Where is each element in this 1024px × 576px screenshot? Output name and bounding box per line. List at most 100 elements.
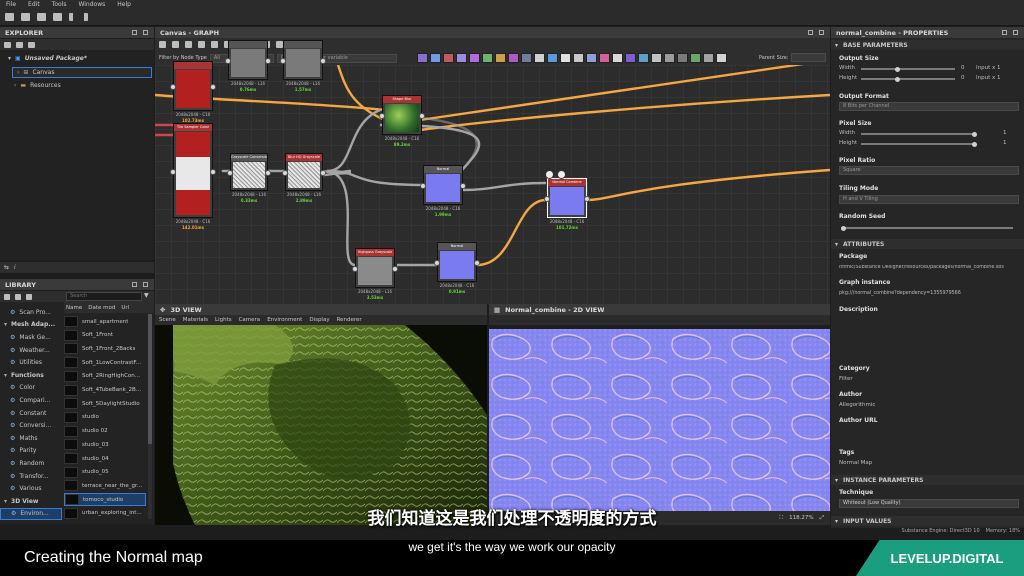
scrollbar-thumb[interactable] [148, 314, 152, 444]
filter-icon[interactable]: ▼ [144, 292, 149, 299]
input-port[interactable] [227, 170, 233, 176]
library-category[interactable]: ⚙ Transfor... [0, 470, 62, 483]
graph-node[interactable] [280, 40, 326, 80]
connection-line[interactable] [326, 108, 381, 173]
library-search-input[interactable]: Search [66, 292, 142, 301]
graph-node[interactable]: Normal Combine [544, 178, 590, 218]
graph-canvas[interactable]: 2048x2048 - C16 102.73ms 2048x2048 - L16 0.… [155, 40, 830, 304]
library-category[interactable]: ⚙ Utilities [0, 356, 62, 369]
refresh-icon[interactable] [276, 41, 283, 48]
info-icon[interactable]: 𝑖 [14, 264, 16, 272]
close-icon[interactable] [819, 30, 824, 35]
atomic-node-icon[interactable] [560, 53, 571, 63]
save-package-icon[interactable] [16, 41, 23, 48]
width-slider[interactable] [861, 66, 955, 72]
slider-knob[interactable] [972, 131, 977, 137]
menu-environment[interactable]: Environment [267, 317, 302, 323]
atomic-node-icon[interactable] [625, 53, 636, 63]
atomic-node-icon[interactable] [612, 53, 623, 63]
brush-icon[interactable] [26, 293, 32, 300]
pixel-width-slider[interactable] [861, 131, 977, 137]
connection-line[interactable] [585, 168, 830, 202]
pixel-ratio-select[interactable]: Square [839, 166, 1019, 175]
expand-icon[interactable]: › [14, 82, 16, 89]
atomic-node-icon[interactable] [417, 53, 428, 63]
output-port[interactable] [392, 266, 398, 272]
library-category[interactable]: ▾ Mesh Adap... [0, 319, 62, 332]
atomic-node-icon[interactable] [573, 53, 584, 63]
output-port[interactable] [265, 58, 271, 64]
library-material-item[interactable]: Soft_1Front [64, 329, 146, 342]
library-category[interactable]: ⚙ Mask Ge... [0, 331, 62, 344]
atomic-node-icon[interactable] [508, 53, 519, 63]
settings-icon[interactable] [28, 41, 35, 48]
add-icon[interactable] [4, 293, 10, 300]
atomic-node-icon[interactable] [430, 53, 441, 63]
output-format-select[interactable]: 8 Bits per Channel [839, 102, 1019, 111]
atomic-node-icon[interactable] [469, 53, 480, 63]
frame-icon[interactable] [159, 41, 166, 48]
atomic-node-icon[interactable] [677, 53, 688, 63]
instance-parameters-header[interactable]: ▾ INSTANCE PARAMETERS [831, 475, 1024, 485]
atomic-node-icon[interactable] [664, 53, 675, 63]
graph-node[interactable]: Tile Sampler Color [170, 123, 216, 218]
close-icon[interactable] [1013, 30, 1018, 35]
graph-node[interactable]: Normal [420, 165, 466, 205]
menu-file[interactable]: File [6, 1, 16, 8]
output-port[interactable] [584, 196, 590, 202]
grid-icon[interactable] [15, 293, 21, 300]
input-port[interactable] [225, 58, 231, 64]
atomic-node-icon[interactable] [547, 53, 558, 63]
atomic-node-icon[interactable] [443, 53, 454, 63]
library-material-item[interactable]: Soft_1LowContrastF... [64, 356, 146, 369]
atomic-node-icon[interactable] [638, 53, 649, 63]
tree-item-resources[interactable]: › ▬ Resources [14, 82, 61, 89]
tree-item-canvas[interactable]: › ⊞ Canvas [12, 67, 152, 78]
camera-icon[interactable] [185, 41, 192, 48]
menu-windows[interactable]: Windows [78, 1, 105, 8]
height-slider[interactable] [861, 76, 955, 82]
preview-icon[interactable] [545, 170, 554, 179]
menu-help[interactable]: Help [117, 1, 131, 8]
menu-tools[interactable]: Tools [52, 1, 67, 8]
library-material-item[interactable]: terrace_near_the_gr... [64, 479, 146, 492]
open-folder-icon[interactable] [21, 13, 30, 21]
move-icon[interactable] [172, 41, 179, 48]
save-icon[interactable] [53, 13, 62, 21]
library-category[interactable]: ⚙ Conversi... [0, 419, 62, 432]
pixel-height-slider[interactable] [861, 141, 977, 147]
menu-lights[interactable]: Lights [215, 317, 232, 323]
output-port[interactable] [419, 113, 425, 119]
2d-viewport[interactable] [489, 329, 830, 511]
atomic-node-icon[interactable] [716, 53, 727, 63]
undo-icon[interactable] [69, 13, 75, 21]
link-icon[interactable] [557, 170, 566, 179]
graph-node[interactable] [170, 61, 216, 111]
library-category[interactable]: ⚙ Maths [0, 432, 62, 445]
output-port[interactable] [474, 260, 480, 266]
slider-knob[interactable] [841, 225, 846, 231]
input-port[interactable] [352, 266, 358, 272]
input-port[interactable] [379, 113, 385, 119]
library-category[interactable]: ⚙ Constant [0, 407, 62, 420]
3d-viewport[interactable] [155, 325, 487, 525]
connection-line[interactable] [476, 198, 547, 267]
output-port[interactable] [320, 170, 326, 176]
input-port[interactable] [170, 168, 176, 175]
input-port[interactable] [280, 58, 286, 64]
package-item[interactable]: ▾ ▣ Unsaved Package* [8, 55, 87, 62]
atomic-node-icon[interactable] [690, 53, 701, 63]
library-material-item[interactable]: Soft_5DaylightStudio [64, 397, 146, 410]
input-port[interactable] [170, 84, 176, 90]
pin-icon[interactable] [1002, 30, 1007, 35]
col-name[interactable]: Name [66, 305, 82, 311]
library-material-item[interactable]: studio [64, 411, 146, 424]
align-icon[interactable] [198, 41, 205, 48]
library-material-item[interactable]: Soft_2RingHighCon... [64, 370, 146, 383]
atomic-node-icon[interactable] [495, 53, 506, 63]
folder-icon[interactable] [37, 13, 46, 21]
library-category[interactable]: ⚙ Color [0, 382, 62, 395]
atomic-node-icon[interactable] [586, 53, 597, 63]
input-port[interactable] [282, 170, 288, 176]
output-port[interactable] [460, 183, 466, 189]
